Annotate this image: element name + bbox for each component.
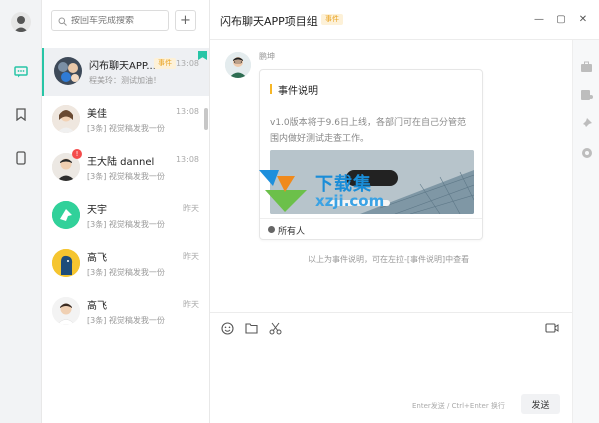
right-toolbar xyxy=(572,40,599,423)
list-item[interactable]: 高飞 昨天 [3条] 视觉稿发我一份 xyxy=(42,288,209,336)
list-item[interactable]: 天宇 昨天 [3条] 视觉稿发我一份 xyxy=(42,192,209,240)
chat-preview: [3条] 视觉稿发我一份 xyxy=(87,172,165,181)
video-call-icon[interactable] xyxy=(545,321,559,335)
search-box[interactable] xyxy=(51,10,169,31)
list-item[interactable]: 美佳 13:08 [3条] 视觉稿发我一份 xyxy=(42,96,209,144)
settings-icon[interactable] xyxy=(580,146,593,159)
watermark-url: xzji.com xyxy=(315,192,385,210)
avatar xyxy=(52,297,80,325)
search-icon xyxy=(58,11,67,30)
list-item[interactable]: 高飞 昨天 [3条] 视觉稿发我一份 xyxy=(42,240,209,288)
chat-icon[interactable] xyxy=(11,62,31,82)
minimize-button[interactable]: — xyxy=(533,13,545,25)
chat-time: 昨天 xyxy=(183,204,199,213)
avatar xyxy=(52,249,80,277)
sender-avatar[interactable] xyxy=(225,52,251,78)
add-button[interactable]: + xyxy=(175,10,196,31)
card-title: 事件说明 xyxy=(278,86,318,97)
chat-time: 13:08 xyxy=(175,59,199,68)
avatar xyxy=(52,105,80,133)
unread-badge: ! xyxy=(72,149,82,159)
my-avatar[interactable] xyxy=(11,12,31,32)
chat-preview: [3条] 视觉稿发我一份 xyxy=(87,220,165,229)
chat-preview: [3条] 视觉稿发我一份 xyxy=(87,124,165,133)
chat-name: 美佳 xyxy=(87,109,107,120)
composer: Enter发送 / Ctrl+Enter 换行 发送 xyxy=(210,312,572,423)
chat-name: 天宇 xyxy=(87,205,107,216)
close-button[interactable]: ✕ xyxy=(577,13,589,25)
chat-name: 高飞 xyxy=(87,253,107,264)
chat-time: 13:08 xyxy=(175,107,199,116)
folder-icon[interactable] xyxy=(244,321,258,335)
system-note: 以上为事件说明，可在左拉-[事件说明]中查看 xyxy=(308,255,470,264)
send-hint: Enter发送 / Ctrl+Enter 换行 xyxy=(412,402,505,410)
chat-name: 高飞 xyxy=(87,301,107,312)
avatar xyxy=(52,201,80,229)
chat-time: 昨天 xyxy=(183,300,199,309)
chat-preview: [3条] 视觉稿发我一份 xyxy=(87,316,165,325)
chat-time: 13:08 xyxy=(175,155,199,164)
event-tag: 事件 xyxy=(154,58,176,69)
card-footer: 所有人 xyxy=(260,218,482,240)
send-button[interactable]: 发送 xyxy=(521,394,560,414)
chat-header: 闪布聊天APP项目组 事件 — ▢ ✕ xyxy=(210,0,599,40)
chat-name: 王大陆 dannel xyxy=(87,157,155,168)
contacts-icon[interactable] xyxy=(580,88,593,101)
chat-name: 闪布聊天APP... xyxy=(89,61,156,72)
bookmark-icon[interactable] xyxy=(11,104,31,124)
chat-list-panel: + 闪布聊天APP... 事件 13:08 程美玲：测试加油！ 美佳 13:08… xyxy=(42,0,210,423)
maximize-button[interactable]: ▢ xyxy=(555,13,567,25)
left-rail xyxy=(0,0,42,423)
page-title: 闪布聊天APP项目组 xyxy=(220,15,318,28)
watermark: 下载集 xzji.com xyxy=(255,166,405,216)
event-tag: 事件 xyxy=(321,14,343,25)
audience-label: 所有人 xyxy=(278,227,306,237)
group-avatar xyxy=(54,57,82,85)
chat-preview: 程美玲：测试加油！ xyxy=(89,76,161,85)
briefcase-icon[interactable] xyxy=(580,60,593,73)
card-accent-bar xyxy=(270,84,272,94)
list-item[interactable]: ! 王大陆 dannel 13:08 [3条] 视觉稿发我一份 xyxy=(42,144,209,192)
chat-preview: [3条] 视觉稿发我一份 xyxy=(87,268,165,277)
search-input[interactable] xyxy=(71,15,167,26)
card-body: v1.0版本将于9.6日上线，各部门可在自己分管范围内做好测试走查工作。 xyxy=(270,118,466,144)
list-item[interactable]: 闪布聊天APP... 事件 13:08 程美玲：测试加油！ xyxy=(42,48,209,96)
emoji-icon[interactable] xyxy=(220,321,234,335)
chat-time: 昨天 xyxy=(183,252,199,261)
user-icon xyxy=(268,226,275,233)
sender-name: 鹏坤 xyxy=(259,52,275,61)
phone-icon[interactable] xyxy=(11,148,31,168)
pin-tool-icon[interactable] xyxy=(580,116,593,129)
scissors-icon[interactable] xyxy=(268,321,282,335)
scrollbar[interactable] xyxy=(204,108,208,130)
watermark-logo-icon xyxy=(259,170,307,212)
